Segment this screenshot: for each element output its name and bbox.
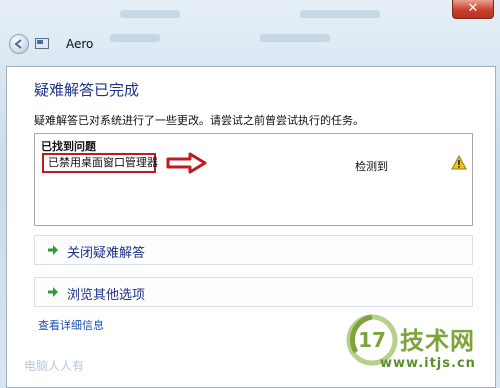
back-button[interactable]	[9, 34, 29, 54]
issue-name: 已禁用桌面窗口管理器	[42, 153, 158, 173]
window-title: Aero	[66, 37, 94, 51]
close-troubleshooter-option[interactable]: 关闭疑难解答	[34, 235, 473, 265]
page-title: 疑难解答已完成	[34, 81, 140, 99]
view-details-link[interactable]: 查看详细信息	[38, 317, 104, 333]
issues-box	[34, 133, 473, 226]
footer-watermark-text: 电脑人人有	[24, 359, 85, 373]
watermark-logo-text: 17	[358, 328, 386, 352]
warning-icon	[451, 155, 467, 170]
explore-options-option[interactable]: 浏览其他选项	[34, 277, 473, 307]
green-arrow-icon	[48, 245, 58, 255]
background-blur	[120, 10, 180, 18]
summary-text: 疑难解答已对系统进行了一些更改。请尝试之前曾尝试执行的任务。	[34, 114, 364, 127]
issue-status: 检测到	[355, 160, 388, 173]
green-arrow-icon	[48, 287, 58, 297]
issues-header: 已找到问题	[41, 140, 96, 153]
background-blur	[300, 10, 380, 18]
watermark-title: 技术网	[400, 327, 475, 355]
back-arrow-icon	[14, 39, 22, 49]
watermark-url: www.itjs.cn	[380, 356, 476, 371]
option-label: 浏览其他选项	[67, 288, 146, 303]
close-button[interactable]: ✕	[452, 0, 494, 19]
option-label: 关闭疑难解答	[67, 246, 146, 261]
troubleshooter-icon	[35, 38, 49, 49]
annotation-arrow-icon	[166, 152, 207, 174]
navigation-bar: Aero	[0, 30, 500, 58]
